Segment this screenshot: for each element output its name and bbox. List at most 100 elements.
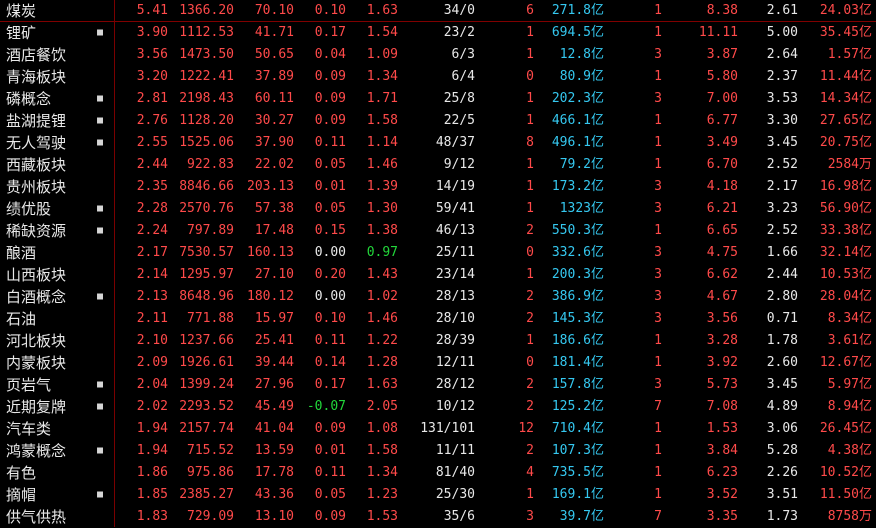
consecutive-days: 1 (654, 421, 662, 436)
speed: 0.01 (314, 443, 346, 458)
net-inflow: 3.61亿 (827, 333, 872, 348)
sector-name[interactable]: 汽车类 (6, 418, 116, 440)
table-row[interactable]: 贵州板块 2.35 8846.66 203.13 0.01 1.39 14/19 1 173.2… (0, 176, 876, 198)
table-row[interactable]: 绩优股 ■ 2.28 2570.76 57.38 0.05 1.30 59/41 1 1323亿 3… (0, 198, 876, 220)
table-row[interactable]: 摘帽 ■ 1.85 2385.27 43.36 0.05 1.23 25/30 1 169.1亿 1… (0, 484, 876, 506)
net-inflow: 24.03亿 (819, 3, 872, 18)
amplitude: 11.11 (698, 25, 738, 40)
table-row[interactable]: 河北板块 2.10 1237.66 25.41 0.11 1.22 28/39 1 186.6亿… (0, 330, 876, 352)
turnover-amount: 271.8亿 (551, 3, 604, 18)
turnover-amount: 169.1亿 (551, 487, 604, 502)
sector-name[interactable]: 河北板块 (6, 330, 116, 352)
net-inflow: 1.57亿 (827, 47, 872, 62)
marker-icon: ■ (96, 291, 104, 302)
sector-name[interactable]: 酿酒 (6, 242, 116, 264)
sector-name[interactable]: 山西板块 (6, 264, 116, 286)
consecutive-days: 3 (654, 311, 662, 326)
table-row[interactable]: 有色 1.86 975.86 17.78 0.11 1.34 81/40 4 735.5亿 1 6.… (0, 462, 876, 484)
price: 2198.43 (179, 91, 234, 106)
turnover-amount: 1323亿 (559, 201, 604, 216)
consecutive-days: 3 (654, 91, 662, 106)
turnover-rate: 2.61 (766, 3, 798, 18)
net-inflow: 33.38亿 (819, 223, 872, 238)
turnover-amount: 79.2亿 (559, 157, 604, 172)
turnover-amount: 332.6亿 (551, 245, 604, 260)
table-row[interactable]: 西藏板块 2.44 922.83 22.02 0.05 1.46 9/12 1 79.2亿 1 6.… (0, 154, 876, 176)
speed: 0.11 (314, 333, 346, 348)
table-row[interactable]: 山西板块 2.14 1295.97 27.10 0.20 1.43 23/14 1 200.3亿… (0, 264, 876, 286)
sector-name[interactable]: 贵州板块 (6, 176, 116, 198)
price: 1237.66 (179, 333, 234, 348)
speed: 0.09 (314, 69, 346, 84)
sector-name[interactable]: 有色 (6, 462, 116, 484)
limit-up-count: 6 (526, 3, 534, 18)
sector-name[interactable]: 西藏板块 (6, 154, 116, 176)
net-inflow: 26.45亿 (819, 421, 872, 436)
up-down-count: 28/12 (435, 377, 475, 392)
turnover-amount: 694.5亿 (551, 25, 604, 40)
speed: 0.15 (314, 223, 346, 238)
table-row[interactable]: 近期复牌 ■ 2.02 2293.52 45.49 -0.07 2.05 10/12 2 125.… (0, 396, 876, 418)
amplitude: 7.00 (706, 91, 738, 106)
marker-icon: ■ (96, 225, 104, 236)
net-inflow: 11.50亿 (819, 487, 872, 502)
net-inflow: 8.34亿 (827, 311, 872, 326)
table-row[interactable]: 无人驾驶 ■ 2.55 1525.06 37.90 0.11 1.14 48/37 8 496.1… (0, 132, 876, 154)
table-row[interactable]: 煤炭 5.41 1366.20 70.10 0.10 1.63 34/0 6 271.8亿 1 8.… (0, 0, 876, 22)
change: 37.90 (254, 135, 294, 150)
table-row[interactable]: 酿酒 2.17 7530.57 160.13 0.00 0.97 25/11 0 332.6亿 3… (0, 242, 876, 264)
table-row[interactable]: 供气供热 1.83 729.09 13.10 0.09 1.53 35/6 3 39.7亿 7 3.… (0, 506, 876, 528)
table-row[interactable]: 稀缺资源 ■ 2.24 797.89 17.48 0.15 1.38 46/13 2 550.3亿… (0, 220, 876, 242)
turnover-amount: 735.5亿 (551, 465, 604, 480)
change-pct: 2.17 (136, 245, 168, 260)
net-inflow: 28.04亿 (819, 289, 872, 304)
up-down-count: 59/41 (435, 201, 475, 216)
marker-icon: ■ (96, 27, 104, 38)
sector-name[interactable]: 煤炭 (6, 0, 116, 22)
turnover-rate: 1.73 (766, 509, 798, 524)
change-pct: 5.41 (136, 3, 168, 18)
price: 1128.20 (179, 113, 234, 128)
table-row[interactable]: 内蒙板块 2.09 1926.61 39.44 0.14 1.28 12/11 0 181.4亿… (0, 352, 876, 374)
volume-ratio: 1.71 (366, 91, 398, 106)
table-row[interactable]: 酒店餐饮 3.56 1473.50 50.65 0.04 1.09 6/3 1 12.8亿 3 3.… (0, 44, 876, 66)
up-down-count: 28/10 (435, 311, 475, 326)
table-row[interactable]: 鸿蒙概念 ■ 1.94 715.52 13.59 0.01 1.58 11/11 2 107.3亿… (0, 440, 876, 462)
sector-name[interactable]: 石油 (6, 308, 116, 330)
change: 37.89 (254, 69, 294, 84)
change-pct: 2.35 (136, 179, 168, 194)
limit-up-count: 1 (526, 201, 534, 216)
sector-name[interactable]: 内蒙板块 (6, 352, 116, 374)
price: 1222.41 (179, 69, 234, 84)
volume-ratio: 1.39 (366, 179, 398, 194)
up-down-count: 28/39 (435, 333, 475, 348)
sector-name[interactable]: 酒店餐饮 (6, 44, 116, 66)
change-pct: 1.94 (136, 443, 168, 458)
table-row[interactable]: 锂矿 ■ 3.90 1112.53 41.71 0.17 1.54 23/2 1 694.5亿 1 1… (0, 22, 876, 44)
up-down-count: 9/12 (443, 157, 475, 172)
price: 797.89 (187, 223, 234, 238)
speed: 0.17 (314, 377, 346, 392)
table-row[interactable]: 页岩气 ■ 2.04 1399.24 27.96 0.17 1.63 28/12 2 157.8亿… (0, 374, 876, 396)
table-row[interactable]: 磷概念 ■ 2.81 2198.43 60.11 0.09 1.71 25/8 1 202.3亿 3… (0, 88, 876, 110)
change-pct: 2.02 (136, 399, 168, 414)
price: 1926.61 (179, 355, 234, 370)
consecutive-days: 1 (654, 465, 662, 480)
table-row[interactable]: 汽车类 1.94 2157.74 41.04 0.09 1.08 131/101 12 710.… (0, 418, 876, 440)
speed: 0.05 (314, 157, 346, 172)
limit-up-count: 2 (526, 443, 534, 458)
volume-ratio: 1.58 (366, 443, 398, 458)
table-row[interactable]: 盐湖提锂 ■ 2.76 1128.20 30.27 0.09 1.58 22/5 1 466.1亿… (0, 110, 876, 132)
turnover-rate: 5.00 (766, 25, 798, 40)
net-inflow: 4.38亿 (827, 443, 872, 458)
speed: -0.07 (306, 399, 346, 414)
sector-name[interactable]: 供气供热 (6, 506, 116, 528)
table-row[interactable]: 石油 2.11 771.88 15.97 0.10 1.46 28/10 2 145.3亿 3 3.… (0, 308, 876, 330)
table-row[interactable]: 青海板块 3.20 1222.41 37.89 0.09 1.34 6/4 0 80.9亿 1 5.… (0, 66, 876, 88)
amplitude: 3.84 (706, 443, 738, 458)
sector-name[interactable]: 青海板块 (6, 66, 116, 88)
consecutive-days: 3 (654, 289, 662, 304)
volume-ratio: 1.02 (366, 289, 398, 304)
speed: 0.10 (314, 311, 346, 326)
table-row[interactable]: 白酒概念 ■ 2.13 8648.96 180.12 0.00 1.02 28/13 2 386.… (0, 286, 876, 308)
